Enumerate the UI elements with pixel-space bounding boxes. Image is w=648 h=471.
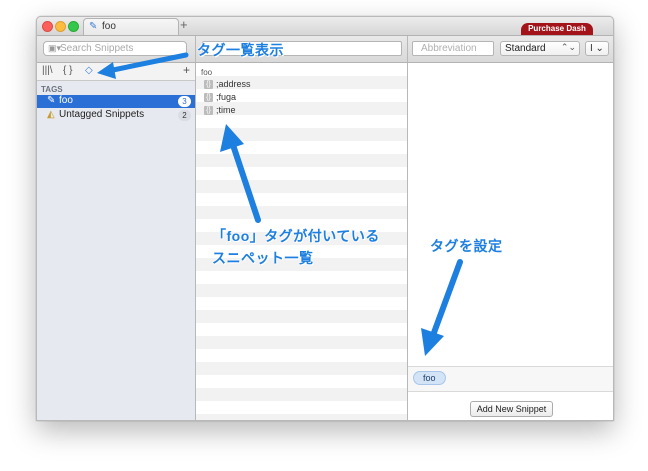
add-new-snippet-button[interactable]: Add New Snippet xyxy=(470,401,553,417)
mode-select[interactable]: Standard ⌃⌄ xyxy=(500,41,580,56)
list-item[interactable]: {} ;fuga xyxy=(204,92,236,105)
zoom-button[interactable] xyxy=(68,21,79,32)
new-tab-button[interactable]: + xyxy=(180,17,188,32)
select-arrows-icon: ⌃⌄ xyxy=(560,42,576,52)
group-label: foo xyxy=(201,68,213,77)
snippet-label: ;fuga xyxy=(216,92,237,102)
annotation-snippet-list-2: スニペット一覧 xyxy=(212,250,314,266)
app-window: ✎ foo + Purchase Dash ▣▾ Search Snippets… xyxy=(36,16,614,421)
tab-title: foo xyxy=(102,21,116,32)
tag-label: foo xyxy=(59,95,73,106)
tag-count-badge: 3 xyxy=(178,96,191,107)
tags-section-header: TAGS xyxy=(41,85,63,94)
sidebar-toolbar: |||\ { } ◇ + xyxy=(37,63,195,81)
snippet-icon: {} xyxy=(204,80,213,90)
purchase-button[interactable]: Purchase Dash xyxy=(521,23,593,35)
snippet-label: ;address xyxy=(216,79,251,89)
list-item[interactable]: {} ;address xyxy=(204,79,251,92)
mode-select-value: Standard xyxy=(505,43,546,54)
sidebar-item-foo[interactable]: ✎ foo 3 xyxy=(37,95,195,108)
snippet-label: ;time xyxy=(216,105,236,115)
annotation-tag-list: タグ一覧表示 xyxy=(197,42,284,58)
annotation-snippet-list-1: 「foo」タグが付いている xyxy=(212,228,380,244)
cursor-placement-select[interactable]: I ⌄ xyxy=(585,41,609,56)
tab-foo[interactable]: ✎ foo xyxy=(83,18,179,35)
library-icon[interactable]: |||\ xyxy=(42,65,53,76)
tag-token-field[interactable]: foo xyxy=(408,366,613,392)
sidebar-item-untagged[interactable]: ◭ Untagged Snippets 2 xyxy=(37,109,195,122)
snippet-icon: {} xyxy=(204,93,213,103)
tag-label: Untagged Snippets xyxy=(59,109,145,120)
abbreviation-input[interactable]: Abbreviation xyxy=(412,41,494,56)
tag-count-badge: 2 xyxy=(178,110,191,121)
tag-icon[interactable]: ◇ xyxy=(85,65,93,76)
add-icon[interactable]: + xyxy=(183,63,190,77)
pencil-icon: ✎ xyxy=(89,21,98,32)
tag-token[interactable]: foo xyxy=(413,371,446,385)
list-item[interactable]: {} ;time xyxy=(204,105,236,118)
close-button[interactable] xyxy=(42,21,53,32)
sidebar: |||\ { } ◇ + TAGS ✎ foo 3 ◭ Untagged Sni… xyxy=(37,63,195,420)
title-bar: ✎ foo + Purchase Dash xyxy=(37,17,613,36)
snippet-icon: {} xyxy=(204,106,213,116)
pencil-icon: ✎ xyxy=(47,95,56,106)
annotation-set-tag: タグを設定 xyxy=(430,238,503,254)
search-placeholder: Search Snippets xyxy=(60,43,134,54)
snippets-braces-icon[interactable]: { } xyxy=(63,65,72,76)
toolbar: ▣▾ Search Snippets Abbreviation Standard… xyxy=(37,36,613,63)
warning-icon: ◭ xyxy=(47,109,55,120)
search-input[interactable]: ▣▾ Search Snippets xyxy=(43,41,187,56)
minimize-button[interactable] xyxy=(55,21,66,32)
